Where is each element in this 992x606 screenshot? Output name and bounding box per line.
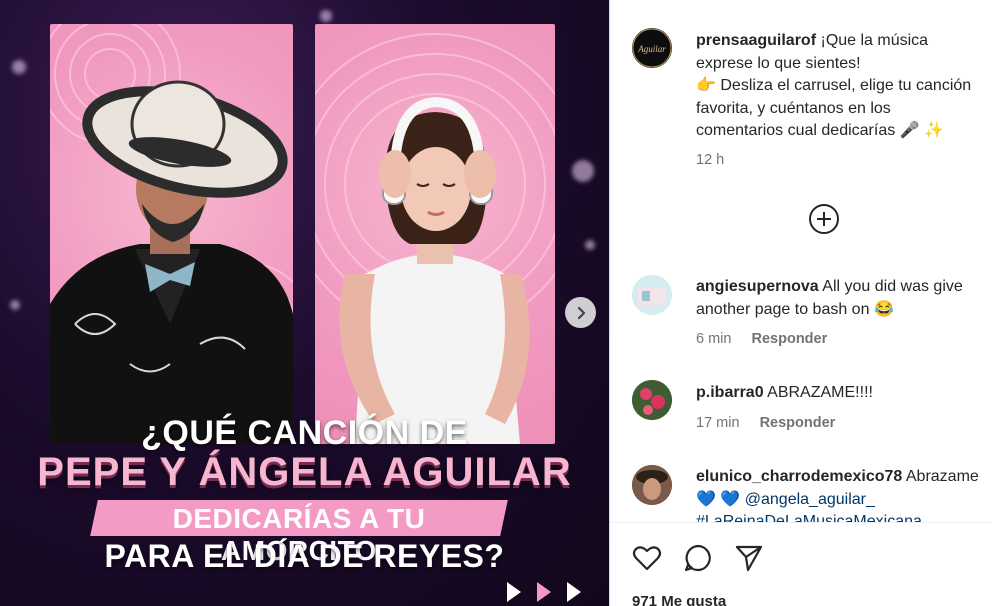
bokeh-light [320,10,332,22]
comments-panel: Aguilar prensaaguilarof ¡Que la música e… [609,0,992,606]
caption-text-3: Desliza el carrusel, elige tu canción [720,77,972,94]
aguilar-logo: Aguilar [632,28,672,68]
mic-emoji-icon: 🎤 [899,122,920,139]
comment-time[interactable]: 17 min [696,415,740,431]
caption-text-2: exprese lo que sientes! [696,54,861,72]
load-more-comments-icon[interactable] [808,203,840,235]
comment-text: elunico_charrodemexico78 Abrazame 💙 💙 @a… [696,466,992,522]
post-time[interactable]: 12 h [696,152,724,168]
comment-time[interactable]: 6 min [696,331,731,347]
comment-body: ABRAZAME!!!! [767,384,873,401]
caption-text-4: favorita, y cuéntanos en los [696,99,891,117]
comment-meta: 6 min Responder [696,331,827,347]
comment-body: Abrazame [905,468,979,485]
author-username[interactable]: prensaaguilarof [696,32,816,49]
comment-text: angiesupernova All you did was give anot… [696,276,992,321]
carousel-media[interactable]: ¿QUÉ CANCIÓN DE PEPE Y ÁNGELA AGUILAR DE… [0,0,609,606]
commenter-avatar[interactable] [632,465,672,505]
caption-text-5: comentarios cual dedicarías [696,122,896,139]
comment-mention-link[interactable]: @angela_aguilar_ [745,491,875,508]
avatar-image [632,465,672,505]
comment-body: another page to bash on [696,300,870,318]
reply-button[interactable]: Responder [752,331,828,347]
comment-text: p.ibarra0 ABRAZAME!!!! [696,382,992,405]
caption-text-1: ¡Que la música [820,32,929,49]
media-title-line4: PARA EL DÍA DE REYES? [104,538,505,574]
bokeh-light [585,240,595,250]
bokeh-light [572,160,594,182]
like-heart-icon[interactable] [632,543,662,573]
pepe-figure [50,80,293,444]
author-avatar[interactable]: Aguilar [632,28,672,68]
comment-username[interactable]: elunico_charrodemexico78 [696,468,902,485]
commenter-avatar[interactable] [632,380,672,420]
commenter-avatar[interactable] [632,275,672,315]
svg-text:Aguilar: Aguilar [637,44,666,54]
laugh-emoji-icon: 😂 [873,300,894,318]
reply-button[interactable]: Responder [760,415,836,431]
media-title-line1: ¿QUÉ CANCIÓN DE [141,414,468,452]
comment-bubble-icon[interactable] [683,543,713,573]
point-emoji-icon: 👉 [696,77,716,94]
pepe-aguilar-photo [50,24,293,444]
media-title-line2: PEPE Y ÁNGELA AGUILAR [37,450,572,494]
comments-scroll-area[interactable]: Aguilar prensaaguilarof ¡Que la música e… [610,0,992,522]
sparkles-emoji-icon: ✨ [924,122,944,139]
play-arrows-icon [507,582,581,602]
share-send-icon[interactable] [734,543,764,573]
bokeh-light [10,300,20,310]
comment-username[interactable]: p.ibarra0 [696,384,764,401]
bokeh-light [12,60,26,74]
likes-count[interactable]: 971 Me gusta [632,593,726,606]
blue-heart-emoji-icon: 💙 💙 [696,490,741,508]
comment-body: All you did was give [822,278,963,295]
comment-meta: 17 min Responder [696,415,835,431]
media-title-banner: DEDICARÍAS A TU AMORCITO [90,500,508,566]
carousel-next-button[interactable] [565,297,596,328]
avatar-image [632,275,672,315]
chevron-right-icon [577,306,585,319]
angela-aguilar-photo [315,24,555,444]
post-caption: prensaaguilarof ¡Que la música exprese l… [696,30,992,143]
comment-username[interactable]: angiesupernova [696,278,819,295]
angela-figure [339,96,530,444]
comment-hashtag-link[interactable]: #LaReinaDeLaMusicaMexicana [696,513,922,522]
avatar-image [632,380,672,420]
